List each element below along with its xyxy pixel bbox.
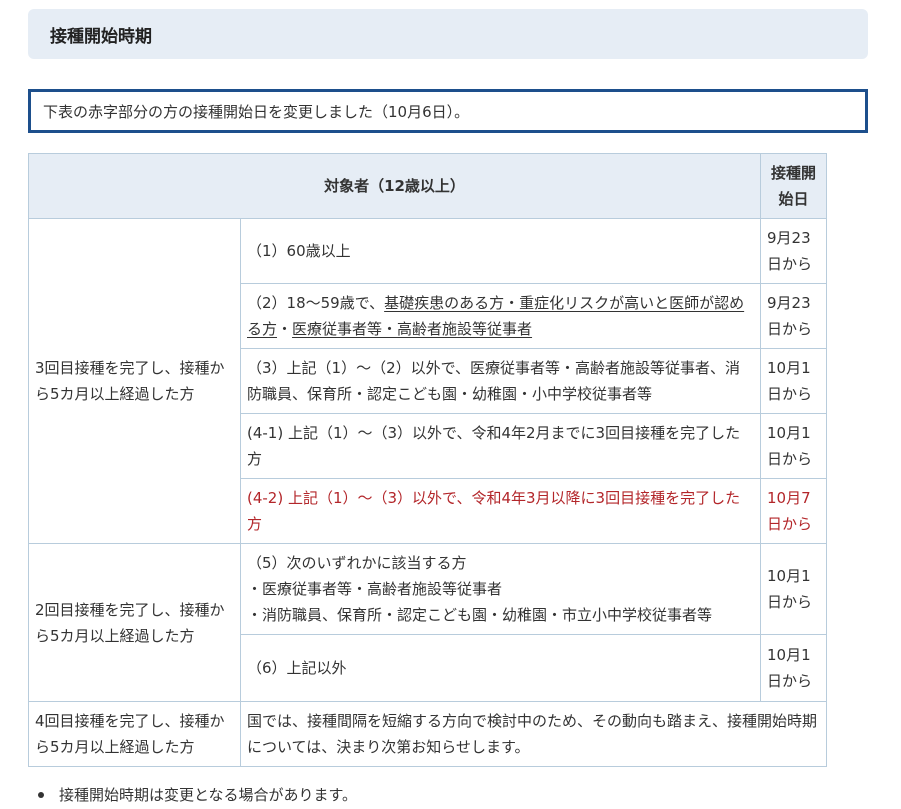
target-line: ・医療従事者等・高齢者施設等従事者: [247, 580, 503, 598]
table-header-row: 対象者（12歳以上） 接種開始日: [28, 153, 827, 219]
header-target: 対象者（12歳以上）: [28, 153, 761, 219]
target-prefix: （2）18〜59歳で、: [247, 294, 385, 312]
table-row: 3回目接種を完了し、接種から5カ月以上経過した方 （1）60歳以上 9月23日か…: [28, 218, 827, 544]
header-start-date: 接種開始日: [760, 153, 827, 219]
date-cell: 10月1日から: [760, 413, 827, 479]
target-cell: （5）次のいずれかに該当する方 ・医療従事者等・高齢者施設等従事者 ・消防職員、…: [240, 543, 761, 635]
date-cell: 9月23日から: [760, 218, 827, 284]
section-heading: 接種開始時期: [28, 9, 868, 59]
table-row: 2回目接種を完了し、接種から5カ月以上経過した方 （5）次のいずれかに該当する方…: [28, 543, 827, 702]
note-text: 接種開始時期は変更となる場合があります。: [59, 786, 358, 804]
vaccination-schedule-table: 対象者（12歳以上） 接種開始日 3回目接種を完了し、接種から5カ月以上経過した…: [28, 153, 827, 767]
medical-worker-link[interactable]: 医療従事者等・高齢者施設等従事者: [292, 320, 532, 338]
group-label-4th-dose: 4回目接種を完了し、接種から5カ月以上経過した方: [28, 701, 241, 767]
target-line: ・消防職員、保育所・認定こども園・幼稚園・市立小中学校従事者等: [247, 606, 713, 624]
date-cell: 10月1日から: [760, 634, 827, 702]
bullet-icon: [38, 791, 44, 798]
target-cell: （1）60歳以上: [240, 218, 761, 284]
update-notice: 下表の赤字部分の方の接種開始日を変更しました（10月6日）。: [28, 89, 868, 133]
date-cell: 10月7日から: [760, 478, 827, 544]
separator: ・: [277, 320, 293, 338]
target-line: （5）次のいずれかに該当する方: [247, 554, 467, 572]
bullet-note: 接種開始時期は変更となる場合があります。: [38, 784, 357, 805]
date-cell: 10月1日から: [760, 348, 827, 414]
target-cell: （2）18〜59歳で、基礎疾患のある方・重症化リスクが高いと医師が認める方・医療…: [240, 283, 761, 349]
target-cell: (4-2) 上記（1）〜（3）以外で、令和4年3月以降に3回目接種を完了した方: [240, 478, 761, 544]
date-cell: 9月23日から: [760, 283, 827, 349]
group-note-cell: 国では、接種間隔を短縮する方向で検討中のため、その動向も踏まえ、接種開始時期につ…: [240, 701, 827, 767]
target-cell: （6）上記以外: [240, 634, 761, 702]
group-label-2nd-dose: 2回目接種を完了し、接種から5カ月以上経過した方: [28, 543, 241, 702]
date-cell: 10月1日から: [760, 543, 827, 635]
target-cell: (4-1) 上記（1）〜（3）以外で、令和4年2月までに3回目接種を完了した方: [240, 413, 761, 479]
table-row: 4回目接種を完了し、接種から5カ月以上経過した方 国では、接種間隔を短縮する方向…: [28, 701, 827, 767]
target-cell: （3）上記（1）〜（2）以外で、医療従事者等・高齢者施設等従事者、消防職員、保育…: [240, 348, 761, 414]
group-label-3rd-dose: 3回目接種を完了し、接種から5カ月以上経過した方: [28, 218, 241, 544]
